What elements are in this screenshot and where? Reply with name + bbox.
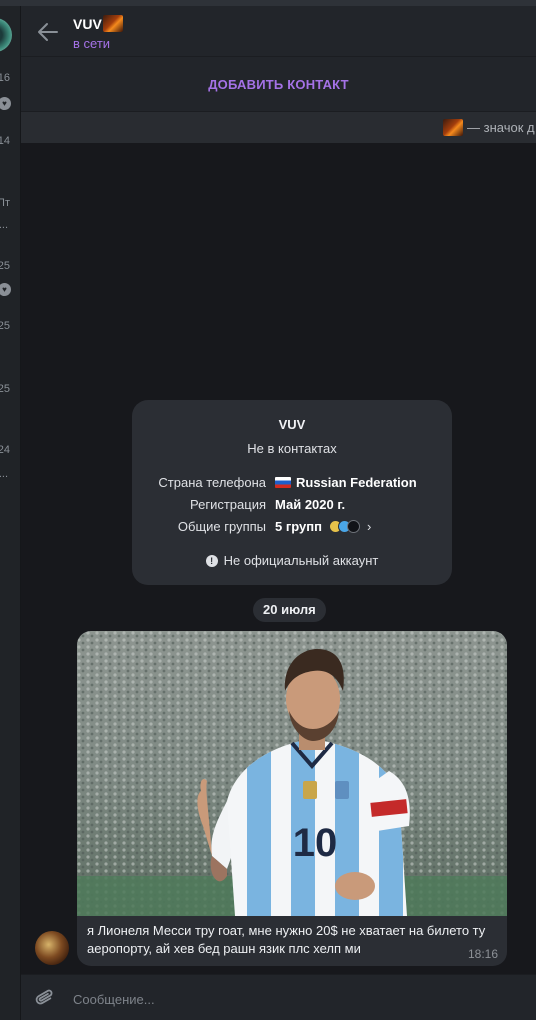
info-value: Май 2020 г. (275, 497, 346, 512)
contact-info-card: VUV Не в контактах Страна телефона Russi… (132, 400, 452, 585)
contact-name: VUV (278, 417, 306, 432)
chat-list-preview-dots: ... (0, 468, 8, 480)
info-key: Общие группы (177, 519, 266, 534)
info-row-registration: Регистрация Май 2020 г. (132, 497, 452, 515)
online-status: в сети (73, 36, 111, 51)
back-arrow-icon[interactable] (37, 22, 59, 42)
message-composer (21, 974, 536, 1020)
chat-list-badge-heart-icon: ♥ (0, 97, 11, 110)
attach-paperclip-icon[interactable] (35, 988, 55, 1010)
message-input[interactable] (73, 989, 513, 1009)
group-avatar-icons (328, 520, 360, 533)
chat-title-group[interactable]: VUV (73, 15, 123, 32)
flame-emoji-icon (102, 15, 123, 32)
info-value: Russian Federation (296, 475, 417, 490)
chat-list-time: 25 (0, 320, 10, 332)
chat-list-time: 24 (0, 444, 10, 456)
chat-list-time: Пт (0, 197, 10, 209)
add-contact-button[interactable]: ДОБАВИТЬ КОНТАКТ (21, 77, 536, 92)
message-text: я Лионеля Месси тру гоат, мне нужно 20$ … (87, 923, 486, 956)
chevron-right-icon: › (366, 519, 372, 534)
chat-list-time: 14 (0, 135, 10, 147)
jersey-number: 10 (293, 821, 338, 865)
info-icon: ! (205, 554, 218, 567)
info-key: Страна телефона (158, 475, 266, 490)
info-row-phone-country: Страна телефона Russian Federation (132, 475, 452, 493)
chat-list-avatar[interactable] (0, 18, 12, 52)
info-value-group: Russian Federation (275, 475, 417, 490)
sender-avatar[interactable] (35, 931, 69, 965)
chat-list-time: 16 (0, 72, 10, 84)
chat-list-time: 25 (0, 260, 10, 272)
chat-list-sidebar[interactable]: 16 ♥ 14 Пт ... 25 ♥ 25 25 24 ... (0, 6, 21, 1020)
chat-header: VUV в сети (21, 6, 536, 56)
message-time: 18:16 (467, 947, 498, 961)
info-value: 5 групп (275, 519, 322, 534)
info-key: Регистрация (190, 497, 266, 512)
chat-list-badge-heart-icon: ♥ (0, 283, 11, 296)
unofficial-account-notice: ! Не официальный аккаунт (132, 553, 452, 568)
profile-bio-bar[interactable]: — значок д (21, 111, 536, 143)
message-bubble[interactable]: 10 я Лионеля Месси тру гоат, мне нужно 2… (77, 631, 507, 966)
chat-list-preview-dots: ... (0, 219, 8, 231)
flame-emoji-icon (443, 119, 463, 136)
add-contact-bar: ДОБАВИТЬ КОНТАКТ (21, 56, 536, 111)
message-photo[interactable]: 10 (77, 631, 507, 916)
bio-text: — значок д (467, 120, 535, 135)
football-player-photo: 10 (77, 631, 507, 916)
chat-title[interactable]: VUV (73, 16, 102, 32)
telegram-chat-window: 16 ♥ 14 Пт ... 25 ♥ 25 25 24 ... VUV в с… (0, 0, 536, 1020)
info-row-common-groups[interactable]: Общие группы 5 групп › (132, 519, 452, 537)
contact-status: Не в контактах (247, 441, 337, 456)
russia-flag-icon (275, 477, 291, 488)
message-area[interactable]: VUV Не в контактах Страна телефона Russi… (21, 143, 536, 974)
common-groups-link[interactable]: 5 групп › (275, 519, 371, 534)
date-separator: 20 июля (253, 598, 326, 622)
chat-list-time: 25 (0, 383, 10, 395)
unofficial-account-text: Не официальный аккаунт (223, 553, 379, 568)
